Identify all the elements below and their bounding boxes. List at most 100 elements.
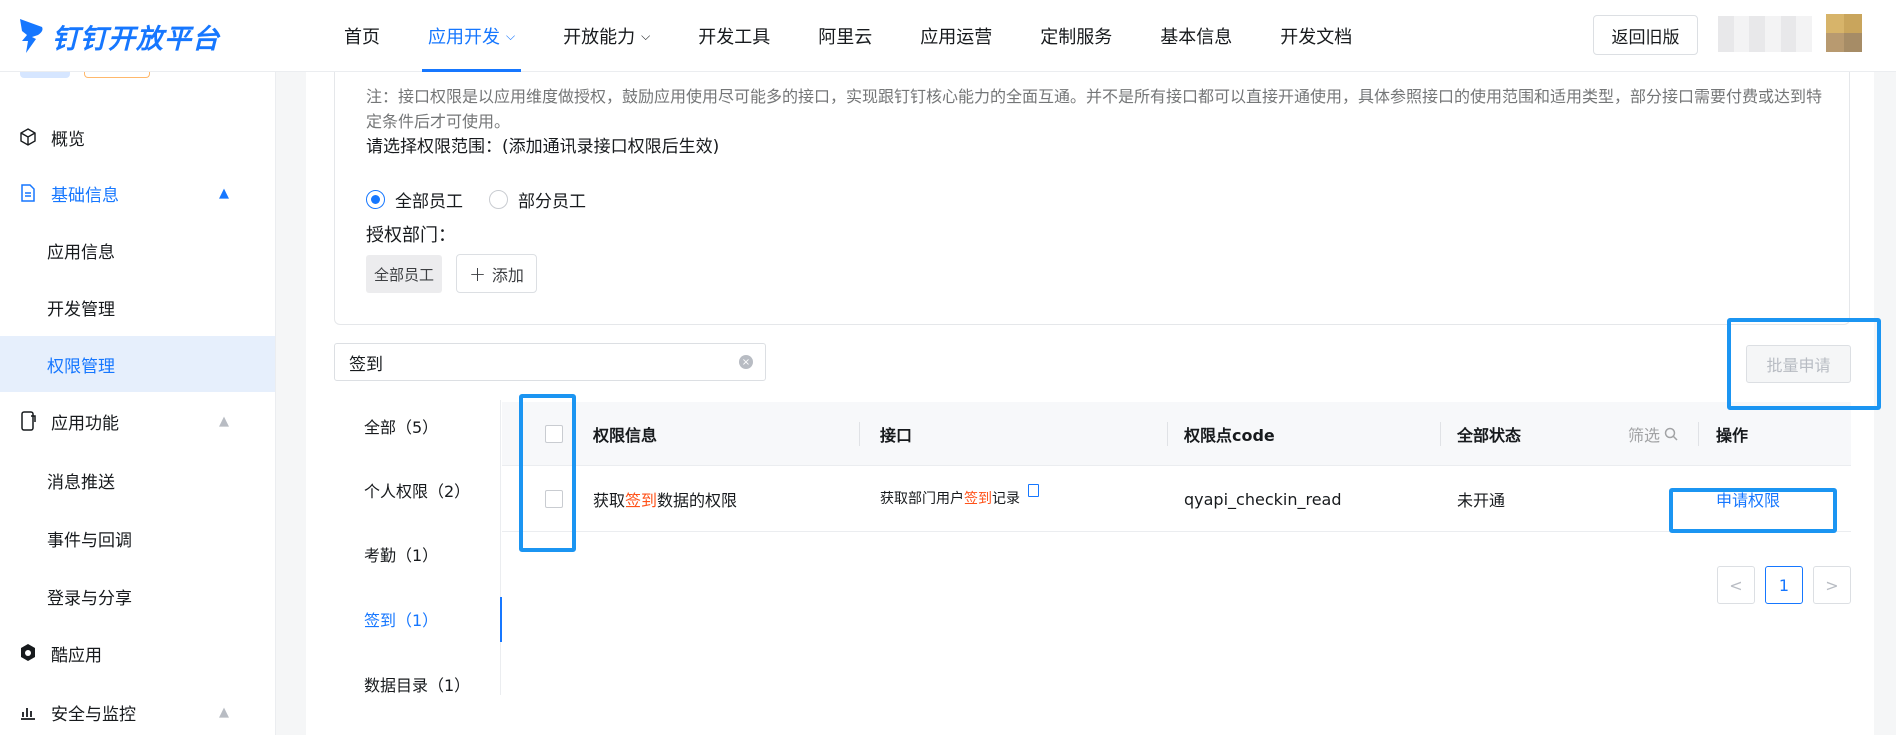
prev-page-button[interactable]: < <box>1717 566 1755 604</box>
sidebar-item-app-info[interactable]: 应用信息 <box>0 222 275 278</box>
sidebar-item-basic-info[interactable]: 基础信息 ▲ <box>0 165 275 221</box>
sidebar-item-label: 基础信息 <box>51 185 119 206</box>
search-input[interactable]: 签到 × <box>334 343 766 381</box>
sidebar-item-label: 消息推送 <box>47 472 115 493</box>
category-checkin[interactable]: 签到（1） <box>364 604 438 634</box>
category-divider <box>500 400 501 695</box>
category-attendance[interactable]: 考勤（1） <box>364 539 438 569</box>
nav-custom-services[interactable]: 定制服务 <box>1016 0 1136 72</box>
table-row: 获取 签到 数据的权限 获取部门用户 签到 记录 qyapi_checkin_read … <box>502 466 1851 532</box>
cell-permission-info: 获取 签到 数据的权限 <box>593 466 737 532</box>
sidebar-item-label: 应用信息 <box>47 242 115 263</box>
sidebar-item-security-monitoring[interactable]: 安全与监控 ▲ <box>0 684 275 735</box>
nav-app-operations[interactable]: 应用运营 <box>896 0 1016 72</box>
nav-aliyun[interactable]: 阿里云 <box>794 0 896 72</box>
collapse-arrow-icon[interactable]: ▲ <box>219 705 229 720</box>
logo[interactable]: 钉钉开放平台 <box>18 16 220 56</box>
main-nav: 首页 应用开发 ⌵ 开放能力 ⌵ 开发工具 阿里云 应用运营 定制服务 基本信息 开… <box>320 0 1376 72</box>
sidebar-item-app-features[interactable]: 应用功能 ▲ <box>0 393 275 449</box>
nav-label: 应用运营 <box>920 27 993 48</box>
sidebar-item-label: 权限管理 <box>47 356 115 377</box>
cell-status: 未开通 <box>1457 491 1506 510</box>
cell-permission-code: qyapi_checkin_read <box>1184 489 1342 509</box>
authorized-dept-title: 授权部门： <box>366 225 456 246</box>
sidebar-item-label: 登录与分享 <box>47 588 132 609</box>
sidebar-item-permission-management[interactable]: 权限管理 <box>0 336 275 392</box>
category-all[interactable]: 全部（5） <box>364 411 438 441</box>
nav-label: 阿里云 <box>818 27 873 48</box>
page-1-button[interactable]: 1 <box>1765 566 1803 604</box>
api-keyword: 签到 <box>964 491 992 507</box>
radio-all-staff[interactable] <box>366 190 385 209</box>
nav-basic-info[interactable]: 基本信息 <box>1136 0 1256 72</box>
brand-name: 钉钉开放平台 <box>52 23 220 55</box>
sidebar-item-dev-management[interactable]: 开发管理 <box>0 279 275 335</box>
sidebar-item-label: 酷应用 <box>51 645 102 666</box>
header-status: 全部状态 <box>1457 426 1522 445</box>
nav-label: 首页 <box>344 27 380 48</box>
sidebar-item-overview[interactable]: 概览 <box>0 109 275 165</box>
sidebar: 概览 基础信息 ▲ 应用信息 开发管理 权限管理 应用功能 ▲ 消息推送 事件与… <box>0 72 276 735</box>
sidebar-item-label: 开发管理 <box>47 299 115 320</box>
chevron-down-icon: ⌵ <box>506 28 516 43</box>
back-to-old-version-button[interactable]: 返回旧版 <box>1593 15 1698 55</box>
collapse-arrow-icon[interactable]: ▲ <box>219 186 229 201</box>
nav-label: 定制服务 <box>1040 27 1113 48</box>
header-action: 操作 <box>1716 426 1749 445</box>
dingtalk-logo-icon <box>20 19 43 53</box>
nav-dev-tools[interactable]: 开发工具 <box>674 0 794 72</box>
sidebar-item-message-push[interactable]: 消息推送 <box>0 452 275 508</box>
sidebar-item-cool-app[interactable]: 酷应用 <box>0 625 275 681</box>
chevron-down-icon: ⌵ <box>641 28 651 43</box>
category-active-indicator <box>500 597 502 642</box>
permission-note: 注：接口权限是以应用维度做授权，鼓励应用使用尽可能多的接口，实现跟钉钉核心能力的… <box>366 87 1823 131</box>
nav-label: 开发文档 <box>1280 27 1353 48</box>
scope-radio-group: 全部员工 部分员工 <box>366 187 586 212</box>
category-personal[interactable]: 个人权限（2） <box>364 475 470 505</box>
radio-label[interactable]: 部分员工 <box>518 187 586 212</box>
sidebar-item-label: 应用功能 <box>51 413 119 434</box>
annotation-checkbox-highlight <box>519 394 576 552</box>
phone-icon <box>18 411 38 431</box>
info-text: 数据的权限 <box>657 491 738 510</box>
search-icon <box>1664 427 1678 441</box>
account-name-blurred[interactable] <box>1718 16 1812 52</box>
cube-icon <box>18 127 38 147</box>
search-value: 签到 <box>349 354 383 375</box>
avatar[interactable] <box>1826 14 1862 52</box>
collapse-arrow-icon[interactable]: ▲ <box>219 414 229 429</box>
top-navigation-bar: 钉钉开放平台 首页 应用开发 ⌵ 开放能力 ⌵ 开发工具 阿里云 应用运营 定制服务… <box>0 0 1896 72</box>
annotation-apply-highlight <box>1669 488 1837 533</box>
category-data-directory[interactable]: 数据目录（1） <box>364 669 470 699</box>
doc-link-icon[interactable] <box>1028 484 1039 497</box>
plus-icon: + <box>469 261 486 286</box>
filter-label: 筛选 <box>1628 426 1661 445</box>
sidebar-top-badge <box>20 72 70 78</box>
cell-api: 获取部门用户 签到 记录 <box>880 466 1039 532</box>
nav-home[interactable]: 首页 <box>320 0 404 72</box>
sidebar-item-events-callbacks[interactable]: 事件与回调 <box>0 510 275 566</box>
annotation-batch-highlight <box>1727 318 1881 410</box>
radio-partial-staff[interactable] <box>489 190 508 209</box>
chart-icon <box>18 702 38 722</box>
sidebar-item-login-share[interactable]: 登录与分享 <box>0 568 275 624</box>
sidebar-item-label: 安全与监控 <box>51 704 136 725</box>
dept-tag: 全部员工 <box>366 255 442 293</box>
nav-label: 开发工具 <box>698 27 771 48</box>
nav-label: 基本信息 <box>1160 27 1233 48</box>
radio-label[interactable]: 全部员工 <box>395 187 463 212</box>
clear-icon[interactable]: × <box>739 355 753 369</box>
add-dept-button[interactable]: + 添加 <box>456 254 537 293</box>
api-text: 记录 <box>992 491 1020 507</box>
header-permission-code: 权限点code <box>1184 426 1275 445</box>
nav-app-development[interactable]: 应用开发 ⌵ <box>404 0 539 72</box>
nav-open-capabilities[interactable]: 开放能力 ⌵ <box>539 0 674 72</box>
scope-title: 请选择权限范围：(添加通讯录接口权限后生效) <box>366 137 720 157</box>
add-dept-label: 添加 <box>491 265 524 285</box>
nav-dev-docs[interactable]: 开发文档 <box>1256 0 1376 72</box>
next-page-button[interactable]: > <box>1813 566 1851 604</box>
status-filter[interactable]: 筛选 <box>1628 402 1678 466</box>
sidebar-item-label: 事件与回调 <box>47 530 132 551</box>
info-text: 获取 <box>593 491 626 510</box>
api-text: 获取部门用户 <box>880 491 964 507</box>
